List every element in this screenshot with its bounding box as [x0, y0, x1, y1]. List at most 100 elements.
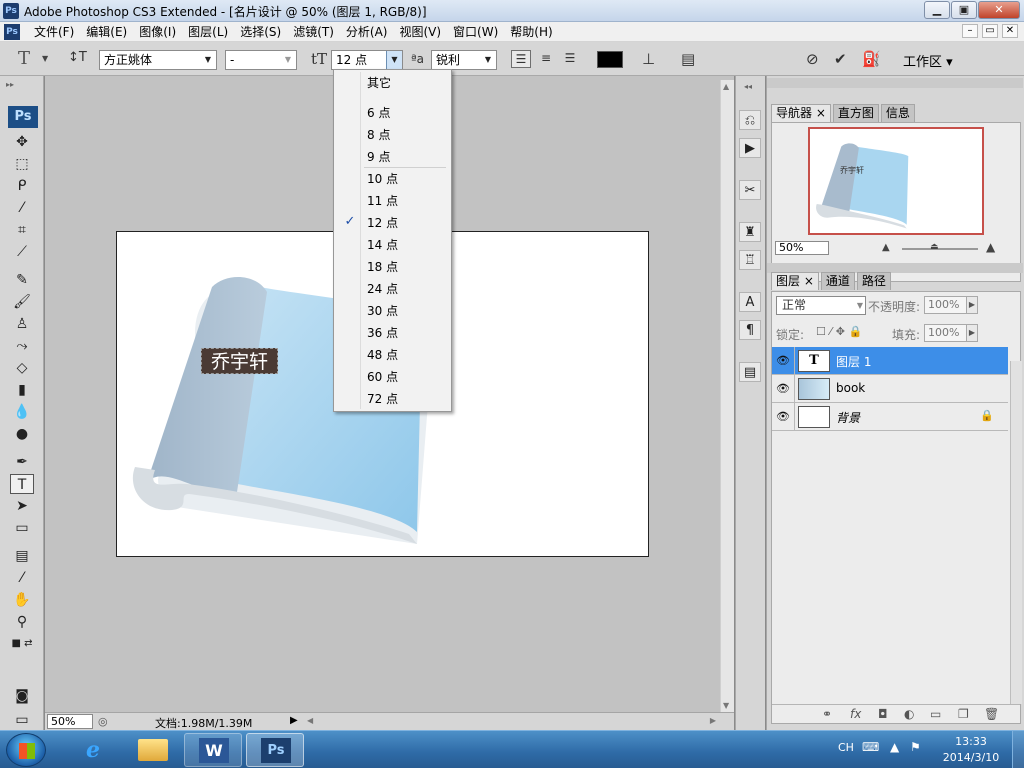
zoom-in-icon[interactable]: ▲: [986, 240, 995, 254]
pen-tool-icon[interactable]: ✒: [10, 452, 34, 472]
maximize-button[interactable]: ▣: [951, 1, 977, 19]
input-language-indicator[interactable]: CH: [838, 741, 854, 754]
tab-histogram[interactable]: 直方图: [832, 104, 879, 122]
notes-tool-icon[interactable]: ▤: [10, 546, 34, 566]
slider-handle[interactable]: ⏏: [930, 242, 939, 252]
new-group-icon[interactable]: ▭: [930, 707, 941, 721]
brush-tool-icon[interactable]: 🖌: [10, 292, 34, 312]
size-option[interactable]: 8 点: [334, 125, 451, 145]
size-option[interactable]: 60 点: [334, 367, 451, 387]
dodge-tool-icon[interactable]: ●: [10, 424, 34, 444]
eye-icon[interactable]: 👁: [776, 382, 790, 395]
paragraph-panel-icon[interactable]: ¶: [739, 320, 761, 340]
size-option[interactable]: 10 点: [334, 169, 451, 189]
network-icon[interactable]: ⚑: [910, 740, 921, 754]
align-left-button[interactable]: ☰: [511, 50, 531, 68]
size-option[interactable]: 14 点: [334, 235, 451, 255]
doc-restore-button[interactable]: ▭: [982, 24, 998, 38]
text-color-swatch[interactable]: [597, 51, 623, 68]
chevron-down-icon[interactable]: ▼: [42, 54, 48, 63]
align-center-button[interactable]: ≡: [536, 50, 556, 68]
layer-style-icon[interactable]: fx: [850, 707, 861, 721]
scroll-right-icon[interactable]: ▶: [710, 716, 716, 725]
blend-mode-select[interactable]: 正常 ▼: [776, 296, 866, 315]
system-clock[interactable]: 13:33 2014/3/10: [938, 734, 1004, 766]
clone-source-icon[interactable]: ♖: [739, 250, 761, 270]
zoom-indicator-icon[interactable]: ◎: [98, 715, 108, 728]
lock-options-icons[interactable]: ☐⁄✥🔒: [816, 325, 867, 338]
fill-field[interactable]: 100%: [924, 324, 968, 342]
eye-icon[interactable]: 👁: [776, 354, 790, 367]
opacity-arrow-icon[interactable]: ▶: [966, 296, 978, 314]
size-option[interactable]: 30 点: [334, 301, 451, 321]
zoom-out-icon[interactable]: ▲: [882, 242, 890, 253]
character-panel-icon[interactable]: ▤: [681, 50, 695, 68]
bridge-icon[interactable]: ⛽: [862, 50, 881, 68]
screen-mode-icon[interactable]: ▭: [10, 710, 34, 730]
cancel-icon[interactable]: ⊘: [806, 50, 819, 68]
internet-explorer-taskbar-icon[interactable]: e: [64, 733, 122, 767]
workspace-button[interactable]: 工作区 ▾: [903, 51, 953, 70]
menu-select[interactable]: 选择(S): [234, 24, 287, 40]
layer-name[interactable]: 图层 1: [836, 353, 871, 370]
tab-navigator[interactable]: 导航器 ×: [771, 104, 831, 122]
adjustment-layer-icon[interactable]: ◐: [904, 707, 914, 721]
tool-presets-icon[interactable]: ✂: [739, 180, 761, 200]
status-menu-arrow-icon[interactable]: ▶: [290, 715, 298, 726]
scroll-left-icon[interactable]: ◀: [307, 716, 313, 725]
antialias-select[interactable]: 锐利 ▼: [431, 50, 497, 70]
word-taskbar-button[interactable]: W: [184, 733, 242, 767]
hand-tool-icon[interactable]: ✋: [10, 590, 34, 610]
panel-grip-icon[interactable]: ◂◂: [744, 82, 752, 91]
menu-view[interactable]: 视图(V): [393, 24, 447, 40]
tab-layers[interactable]: 图层 ×: [771, 272, 819, 290]
move-tool-icon[interactable]: ✥: [10, 132, 34, 152]
text-layer-selection[interactable]: 乔宇轩: [201, 348, 278, 374]
document-icon[interactable]: Ps: [4, 24, 20, 40]
tab-info[interactable]: 信息: [880, 104, 915, 122]
commit-check-icon[interactable]: ✔: [834, 50, 847, 68]
size-option-other[interactable]: 其它: [334, 73, 451, 93]
layer-row-book[interactable]: 👁 book: [772, 375, 1008, 403]
vertical-scrollbar[interactable]: ▲ ▼: [720, 80, 734, 712]
add-mask-icon[interactable]: ◘: [878, 707, 888, 721]
panel-grip[interactable]: [767, 78, 1023, 88]
swap-colors-icon[interactable]: ■ ⇄: [10, 634, 34, 654]
layer-name[interactable]: 背景: [836, 409, 860, 426]
photoshop-taskbar-button[interactable]: Ps: [246, 733, 304, 767]
fill-arrow-icon[interactable]: ▶: [966, 324, 978, 342]
navigator-zoom-slider[interactable]: [902, 248, 978, 250]
magic-wand-tool-icon[interactable]: ⁄: [10, 198, 34, 218]
healing-brush-tool-icon[interactable]: ✎: [10, 270, 34, 290]
blur-tool-icon[interactable]: 💧: [10, 402, 34, 422]
link-layers-icon[interactable]: ⚭: [822, 707, 832, 721]
size-option[interactable]: 9 点: [334, 147, 451, 167]
character-panel-icon[interactable]: A: [739, 292, 761, 312]
warp-text-icon[interactable]: ⊥: [642, 50, 655, 68]
tray-arrow-icon[interactable]: ▲: [890, 740, 899, 754]
font-size-select[interactable]: 12 点 ▼: [331, 50, 403, 70]
scroll-down-icon[interactable]: ▼: [723, 701, 729, 710]
new-layer-icon[interactable]: ❐: [958, 707, 969, 721]
layer-comps-icon[interactable]: ▤: [739, 362, 761, 382]
marquee-tool-icon[interactable]: ⬚: [10, 154, 34, 174]
eraser-tool-icon[interactable]: ◇: [10, 358, 34, 378]
menu-layer[interactable]: 图层(L): [182, 24, 234, 40]
tab-paths[interactable]: 路径: [856, 272, 891, 290]
navigator-zoom-field[interactable]: 50%: [775, 241, 829, 255]
shape-tool-icon[interactable]: ▭: [10, 518, 34, 538]
file-explorer-taskbar-icon[interactable]: [124, 733, 182, 767]
zoom-tool-icon[interactable]: ⚲: [10, 612, 34, 632]
opacity-field[interactable]: 100%: [924, 296, 968, 314]
brushes-panel-icon[interactable]: ♜: [739, 222, 761, 242]
eyedropper-tool-icon[interactable]: ⁄: [10, 568, 34, 588]
size-option[interactable]: 11 点: [334, 191, 451, 211]
close-button[interactable]: ✕: [978, 1, 1020, 19]
quick-mask-icon[interactable]: ◙: [10, 686, 34, 706]
eye-icon[interactable]: 👁: [776, 410, 790, 423]
layers-scrollbar[interactable]: [1010, 361, 1022, 704]
path-selection-tool-icon[interactable]: ➤: [10, 496, 34, 516]
menu-image[interactable]: 图像(I): [133, 24, 182, 40]
layer-row-background[interactable]: 👁 背景 🔒: [772, 403, 1008, 431]
minimize-button[interactable]: ▁: [924, 1, 950, 19]
